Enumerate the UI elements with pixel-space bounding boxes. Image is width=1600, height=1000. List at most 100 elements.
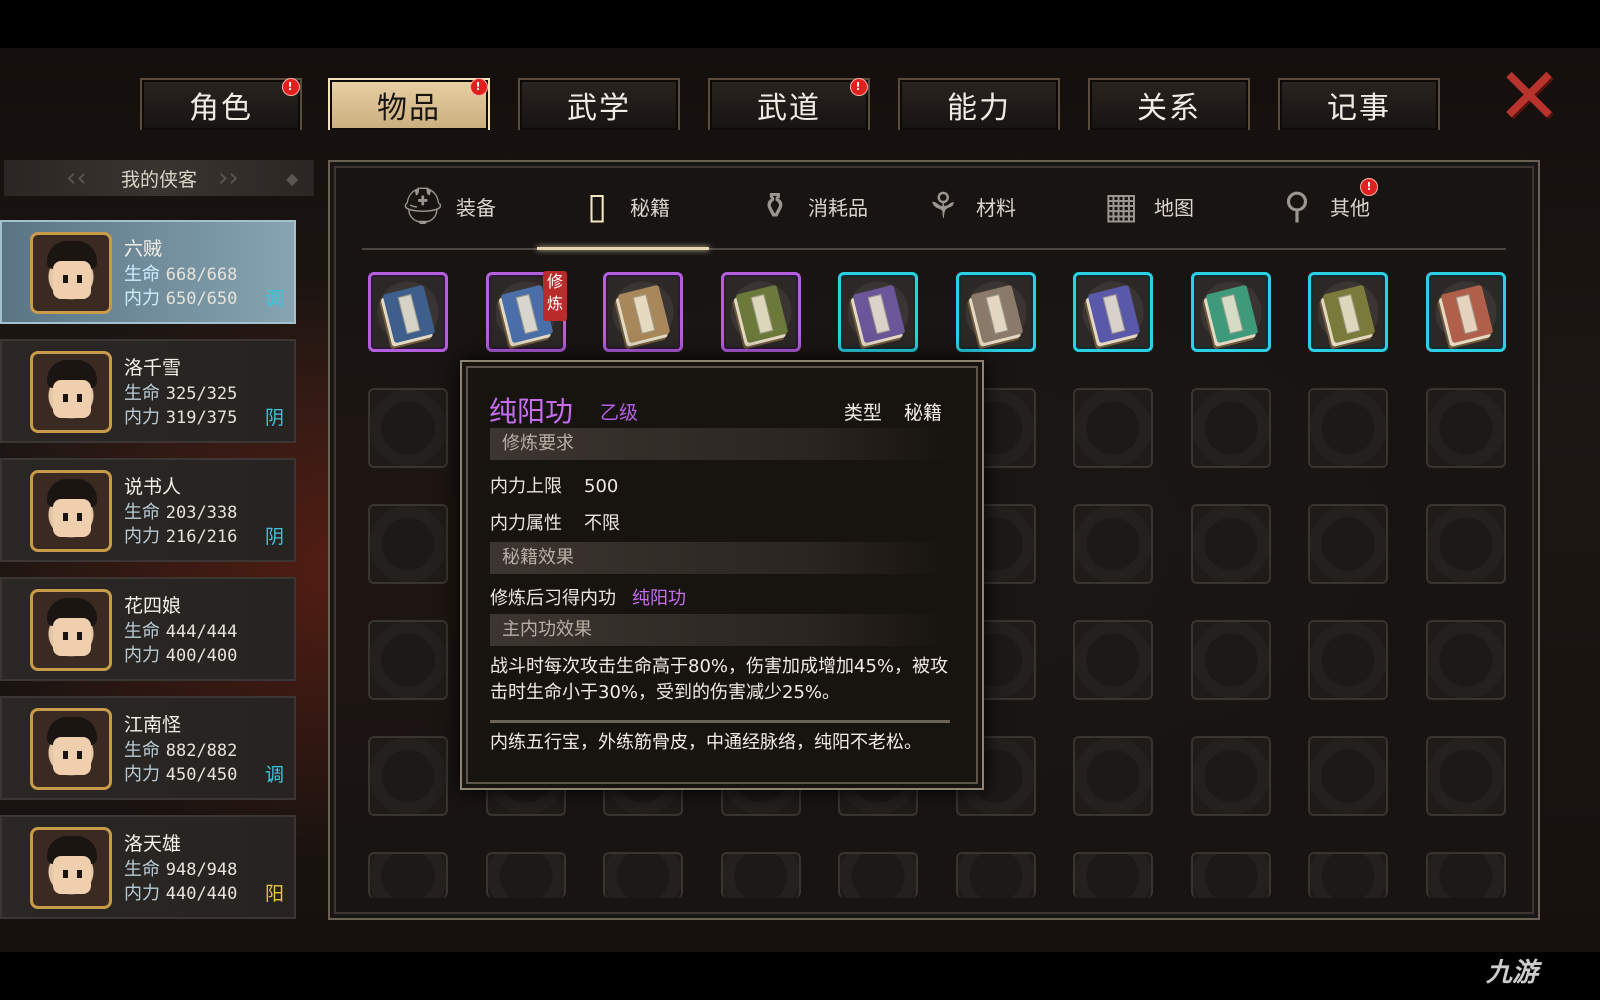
empty-slot[interactable] <box>1426 736 1506 816</box>
mp-value: 216/216 <box>165 527 238 547</box>
empty-slot[interactable] <box>1308 620 1388 700</box>
character-card[interactable]: 花四娘 生命 444/444 内力 400/400 <box>0 577 296 681</box>
item-slot[interactable] <box>1308 272 1388 352</box>
empty-slot[interactable] <box>1426 620 1506 700</box>
empty-slot[interactable] <box>721 852 801 898</box>
main-skill-description: 战斗时每次攻击生命高于80%，伤害加成增加45%，被攻击时生命小于30%，受到的… <box>490 656 949 703</box>
hp-label: 生命 <box>124 264 160 285</box>
potion-icon: ⚱ <box>759 185 791 227</box>
map-icon: ▦ <box>1103 185 1138 227</box>
empty-slot[interactable] <box>1191 504 1271 584</box>
item-slot[interactable]: 修炼 <box>486 271 567 352</box>
book-icon <box>970 284 1024 344</box>
sub-tab[interactable]: ⚘ 材料 <box>920 176 1016 236</box>
empty-slot[interactable] <box>1191 736 1271 816</box>
avatar-eye <box>77 275 82 283</box>
close-button[interactable]: ✕ <box>1494 58 1564 136</box>
top-tab[interactable]: 角色! <box>140 78 302 130</box>
item-type-label: 类型 <box>843 402 882 424</box>
character-name: 洛天雄 <box>124 833 182 855</box>
helmet-icon: ⛑ <box>400 186 446 227</box>
sub-tab[interactable]: ⚱ 消耗品 <box>752 176 868 236</box>
top-tab[interactable]: 武学 <box>518 78 680 130</box>
book-icon <box>1440 284 1494 344</box>
pendant-icon: ⚲ <box>1283 185 1311 227</box>
top-tab-label: 物品 <box>377 91 441 126</box>
top-tab[interactable]: 物品! <box>328 78 490 130</box>
item-slot[interactable] <box>603 272 683 352</box>
empty-slot[interactable] <box>1191 620 1271 700</box>
herb-icon: ⚘ <box>926 185 960 227</box>
effect-label: 修炼后习得内功 <box>490 588 616 609</box>
item-slot[interactable] <box>1191 272 1271 352</box>
item-slot[interactable] <box>1426 272 1506 352</box>
notification-badge: ! <box>470 78 488 96</box>
sub-tab[interactable]: ▦ 地图 <box>1098 176 1194 236</box>
empty-slot[interactable] <box>1308 388 1388 468</box>
empty-slot[interactable] <box>368 388 448 468</box>
book-label-strip <box>867 293 891 335</box>
empty-slot[interactable] <box>1426 852 1506 898</box>
empty-slot[interactable] <box>368 736 448 816</box>
empty-slot[interactable] <box>1191 388 1271 468</box>
empty-slot[interactable] <box>1073 736 1153 816</box>
character-name: 洛千雪 <box>124 357 182 379</box>
sub-tab[interactable]: ⚲ 其他! <box>1274 176 1378 236</box>
empty-slot[interactable] <box>838 852 918 898</box>
empty-slot[interactable] <box>1426 504 1506 584</box>
book-icon: ▯ <box>587 185 607 227</box>
item-slot[interactable] <box>368 272 448 352</box>
mp-label: 内力 <box>124 526 160 547</box>
character-card[interactable]: 说书人 生命 203/338 内力 216/216 阴 <box>0 458 296 562</box>
empty-slot[interactable] <box>368 504 448 584</box>
top-tab-label: 记事 <box>1327 91 1391 126</box>
avatar-eye <box>77 870 82 878</box>
top-tab[interactable]: 关系 <box>1088 78 1250 130</box>
empty-slot[interactable] <box>1308 504 1388 584</box>
top-tab[interactable]: 记事 <box>1278 78 1440 130</box>
hp-value: 668/668 <box>165 265 238 285</box>
empty-slot[interactable] <box>1191 852 1271 898</box>
chevron-left-icon[interactable]: ‹‹ <box>66 163 87 193</box>
character-hp: 生命 882/882 <box>124 736 237 762</box>
empty-slot[interactable] <box>368 620 448 700</box>
chevron-right-icon[interactable]: ›› <box>218 163 239 193</box>
empty-slot[interactable] <box>486 852 566 898</box>
effect-value: 纯阳功 <box>632 588 686 609</box>
item-slot[interactable] <box>838 272 918 352</box>
notification-badge: ! <box>282 78 300 96</box>
empty-slot[interactable] <box>603 852 683 898</box>
empty-slot[interactable] <box>1073 852 1153 898</box>
avatar <box>30 708 112 790</box>
book-label-strip <box>632 293 656 335</box>
main-skill-header: 主内功效果 <box>490 614 950 646</box>
empty-slot[interactable] <box>1308 852 1388 898</box>
sub-tab[interactable]: ▯ 秘籍 <box>574 176 670 236</box>
top-tab[interactable]: 武道! <box>708 78 870 130</box>
requirement-value: 500 <box>584 476 619 497</box>
character-card[interactable]: 六贼 生命 668/668 内力 650/650 调 <box>0 220 296 324</box>
empty-slot[interactable] <box>1073 388 1153 468</box>
book-label-strip <box>1337 293 1361 335</box>
item-slot[interactable] <box>1073 272 1153 352</box>
item-slot[interactable] <box>956 272 1036 352</box>
sub-tab-label: 其他 <box>1330 195 1370 220</box>
mp-label: 内力 <box>124 288 160 309</box>
empty-slot[interactable] <box>368 852 448 898</box>
top-tab[interactable]: 能力 <box>898 78 1060 130</box>
empty-slot[interactable] <box>1073 504 1153 584</box>
hp-label: 生命 <box>124 621 160 642</box>
hp-label: 生命 <box>124 383 160 404</box>
book-icon <box>382 284 436 344</box>
top-tab-label: 能力 <box>947 91 1011 126</box>
roster-header[interactable]: ‹‹ 我的侠客 ›› ◆ <box>4 160 314 196</box>
empty-slot[interactable] <box>956 852 1036 898</box>
empty-slot[interactable] <box>1073 620 1153 700</box>
sub-tab[interactable]: ⛑ 装备 <box>400 176 496 236</box>
empty-slot[interactable] <box>1426 388 1506 468</box>
item-slot[interactable] <box>721 272 801 352</box>
empty-slot[interactable] <box>1308 736 1388 816</box>
character-card[interactable]: 洛天雄 生命 948/948 内力 440/440 阳 <box>0 815 296 919</box>
character-card[interactable]: 洛千雪 生命 325/325 内力 319/375 阴 <box>0 339 296 443</box>
character-card[interactable]: 江南怪 生命 882/882 内力 450/450 调 <box>0 696 296 800</box>
